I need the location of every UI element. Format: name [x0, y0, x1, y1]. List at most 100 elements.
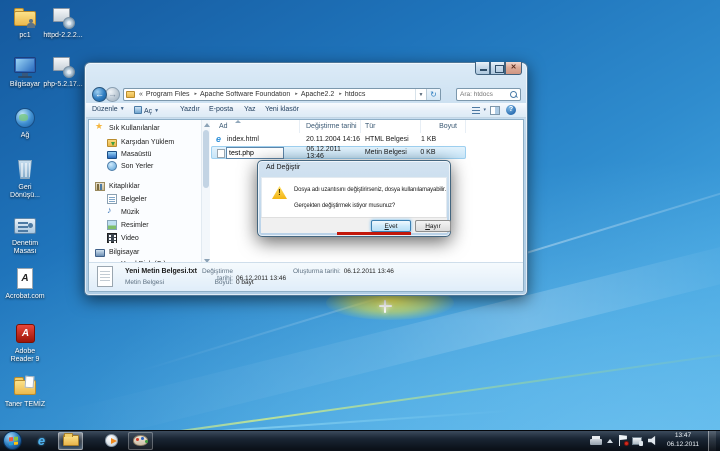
desktop-icon-recycle-bin[interactable]: Geri Dönüşü...	[3, 158, 47, 200]
sidebar-item-libraries[interactable]: Kitaplıklar	[89, 180, 201, 192]
yes-button[interactable]: Evet	[371, 220, 411, 232]
volume-icon[interactable]	[648, 436, 658, 446]
acrobat-page-icon: A	[11, 267, 39, 291]
maximize-button[interactable]	[490, 62, 505, 75]
sidebar-item-desktop[interactable]: Masaüstü	[89, 148, 201, 160]
desktop-icon-php[interactable]: php-5.2.17...	[41, 55, 85, 89]
desktop-icon-acrobat[interactable]: A Acrobat.com	[3, 267, 47, 301]
folder-icon	[126, 91, 135, 98]
sidebar-item-recent-places[interactable]: Son Yerler	[89, 160, 201, 172]
dialog-title: Ad Değiştir	[266, 164, 300, 171]
show-desktop-button[interactable]	[708, 431, 716, 451]
file-row-index-html[interactable]: e index.html 20.11.2004 14:16 HTML Belge…	[211, 133, 523, 146]
downloads-folder-icon	[107, 139, 117, 147]
burn-button[interactable]: Yaz	[244, 106, 256, 113]
taskbar-internet-explorer[interactable]: e	[29, 432, 54, 450]
back-button[interactable]: ←	[92, 87, 107, 102]
desktop-icon-taner-folder[interactable]: Taner TEMİZ	[3, 375, 47, 409]
action-center-flag-icon[interactable]	[618, 435, 627, 446]
change-view-button[interactable]	[472, 106, 484, 115]
close-button[interactable]	[505, 62, 522, 75]
desktop-icon-httpd[interactable]: httpd-2.2.2...	[41, 6, 85, 40]
search-input[interactable]	[457, 91, 505, 98]
sort-ascending-icon	[235, 120, 241, 123]
address-bar-row: ← → «Program FilesApache Software Founda…	[85, 86, 527, 103]
control-panel-icon	[11, 214, 39, 238]
desktop-icon-ag[interactable]: Ağ	[3, 106, 47, 140]
printer-tray-icon[interactable]	[590, 436, 602, 445]
rename-input[interactable]	[226, 147, 284, 159]
breadcrumb-segment[interactable]: htdocs	[335, 91, 366, 98]
desktop-icon-control-panel[interactable]: Denetim Masası	[3, 214, 47, 256]
sidebar-item-music[interactable]: Müzik	[89, 206, 201, 218]
organize-button[interactable]: Düzenle▼	[92, 106, 125, 113]
print-button[interactable]: Yazdır	[180, 106, 200, 113]
file-name: index.html	[211, 136, 300, 143]
sidebar-item-label: Sık Kullanılanlar	[109, 125, 160, 132]
details-file-type: Metin Belgesi	[125, 279, 164, 286]
open-button[interactable]: Aç▼	[134, 106, 159, 115]
breadcrumb-segment[interactable]: Apache2.2	[291, 91, 335, 98]
no-button[interactable]: Hayır	[415, 220, 451, 232]
sidebar-item-downloads[interactable]: Karşıdan Yüklem	[89, 136, 201, 148]
desktop-icon-label: httpd-2.2.2...	[41, 32, 85, 40]
html-file-icon: e	[216, 135, 224, 144]
caption-buttons	[475, 62, 522, 75]
column-header-name[interactable]: Ad	[211, 120, 300, 133]
file-modified: 06.12.2011 13:46	[300, 146, 361, 160]
column-header-size[interactable]: Boyut	[421, 120, 466, 133]
new-folder-button[interactable]: Yeni klasör	[265, 106, 299, 113]
app-icon	[134, 106, 142, 114]
breadcrumb-overflow-chevron[interactable]: «	[139, 91, 143, 98]
preview-pane-button[interactable]	[490, 106, 500, 115]
navigation-pane: Sık Kullanılanlar Karşıdan Yüklem Masaüs…	[89, 120, 201, 266]
breadcrumb: «Program FilesApache Software Foundation…	[138, 91, 415, 98]
address-dropdown-icon[interactable]: ▼	[415, 89, 426, 100]
network-globe-icon	[11, 106, 39, 130]
breadcrumb-segment[interactable]: Apache Software Foundation	[190, 91, 291, 98]
sidebar-scrollbar[interactable]	[201, 120, 210, 266]
sidebar-item-favorites[interactable]: Sık Kullanılanlar	[89, 122, 201, 134]
forward-button[interactable]: →	[105, 87, 120, 102]
taskbar-paint[interactable]	[128, 432, 153, 450]
sidebar-item-pictures[interactable]: Resimler	[89, 219, 201, 231]
sidebar-item-label: Video	[121, 235, 139, 242]
taskbar-media-player[interactable]	[99, 432, 124, 450]
email-button[interactable]: E-posta	[209, 106, 233, 113]
adobe-reader-icon: A	[11, 322, 39, 346]
column-headers: Ad Değiştirme tarihi Tür Boyut	[211, 120, 523, 133]
sidebar-item-label: Resimler	[121, 222, 149, 229]
folder-icon	[11, 375, 39, 399]
desktop-icon-label: Acrobat.com	[3, 293, 47, 301]
scrollbar-thumb[interactable]	[203, 130, 209, 188]
recent-places-icon	[107, 161, 117, 171]
libraries-icon	[95, 182, 105, 191]
documents-icon	[107, 194, 117, 204]
file-type: Metin Belgesi	[361, 149, 421, 156]
show-hidden-icons-icon[interactable]	[607, 439, 613, 443]
video-icon	[107, 233, 117, 243]
column-header-modified[interactable]: Değiştirme tarihi	[300, 120, 361, 133]
desktop-icon-label: Geri Dönüşü...	[3, 184, 47, 200]
refresh-icon[interactable]: ↻	[426, 89, 440, 100]
details-created: Oluşturma tarihi:06.12.2011 13:46	[293, 268, 394, 275]
desktop-icon-adobe-reader[interactable]: A Adobe Reader 9	[3, 322, 47, 364]
system-tray: 13:47 06.12.2011	[590, 431, 720, 451]
sidebar-item-video[interactable]: Video	[89, 232, 201, 244]
sidebar-item-documents[interactable]: Belgeler	[89, 193, 201, 205]
breadcrumb-segment[interactable]: Program Files	[145, 91, 191, 98]
window-titlebar[interactable]	[85, 63, 467, 85]
address-bar[interactable]: «Program FilesApache Software Foundation…	[123, 88, 441, 101]
file-size: 0 KB	[420, 149, 465, 156]
scroll-up-icon[interactable]	[204, 123, 210, 127]
taskbar-windows-explorer[interactable]	[58, 432, 83, 450]
start-button[interactable]	[3, 431, 22, 450]
network-tray-icon[interactable]	[632, 436, 643, 446]
help-button[interactable]: ?	[506, 105, 516, 115]
column-header-type[interactable]: Tür	[361, 120, 421, 133]
taskbar-clock[interactable]: 13:47 06.12.2011	[663, 432, 703, 448]
minimize-button[interactable]	[475, 62, 490, 75]
sidebar-item-label: Müzik	[121, 209, 139, 216]
file-row-test-php[interactable]: 06.12.2011 13:46 Metin Belgesi 0 KB	[211, 146, 466, 159]
sidebar-item-computer[interactable]: Bilgisayar	[89, 246, 201, 258]
